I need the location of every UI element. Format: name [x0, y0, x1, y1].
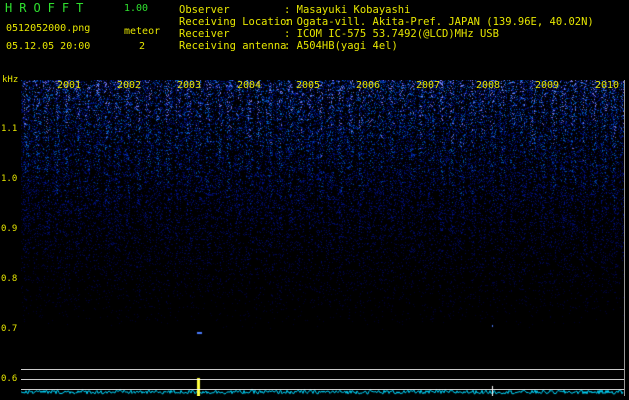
header-panel: HROFFT 1.00 0512052000.png 05.12.05 20:0… [0, 0, 629, 80]
meteor-label: meteor [124, 26, 161, 37]
app-title: HROFFT [5, 1, 91, 15]
y-axis-unit: kHz [2, 75, 19, 85]
x-tick-label: 2002 [117, 80, 142, 91]
location-value: : Ogata-vill. Akita-Pref. JAPAN (139.96E… [284, 16, 594, 28]
meteor-count: 2 [139, 41, 146, 52]
spectrogram-plot [21, 80, 624, 396]
y-tick-label: 0.7 [1, 324, 18, 334]
x-tick-label: 2004 [237, 80, 262, 91]
spectrogram-canvas [21, 80, 624, 396]
x-tick-label: 2009 [535, 80, 560, 91]
x-tick-label: 2006 [356, 80, 381, 91]
baseline-marker [21, 389, 624, 390]
x-tick-label: 2005 [296, 80, 321, 91]
y-tick-label: 0.9 [1, 224, 18, 234]
baseline-marker [21, 379, 624, 380]
x-tick-label: 2008 [476, 80, 501, 91]
file-name: 0512052000.png [6, 23, 91, 34]
location-label: Receiving Location [179, 16, 293, 28]
y-tick-label: 0.8 [1, 274, 18, 284]
x-tick-label: 2010 [595, 80, 620, 91]
antenna-label: Receiving antenna [179, 40, 287, 52]
observer-value: : Masayuki Kobayashi [284, 4, 411, 16]
receiver-value: : ICOM IC-575 53.7492(@LCD)MHz USB [284, 28, 499, 40]
x-tick-label: 2003 [177, 80, 202, 91]
datetime: 05.12.05 20:00 [6, 41, 91, 52]
plot-right-border [624, 80, 625, 396]
x-tick-label: 2001 [57, 80, 82, 91]
receiver-label: Receiver [179, 28, 230, 40]
y-tick-label: 1.0 [1, 174, 18, 184]
observer-label: Observer [179, 4, 230, 16]
app-version: 1.00 [124, 3, 149, 14]
x-tick-label: 2007 [416, 80, 441, 91]
y-tick-label: 1.1 [1, 124, 18, 134]
antenna-value: : A504HB(yagi 4el) [284, 40, 398, 52]
baseline-marker [21, 369, 624, 370]
y-tick-label: 0.6 [1, 374, 18, 384]
